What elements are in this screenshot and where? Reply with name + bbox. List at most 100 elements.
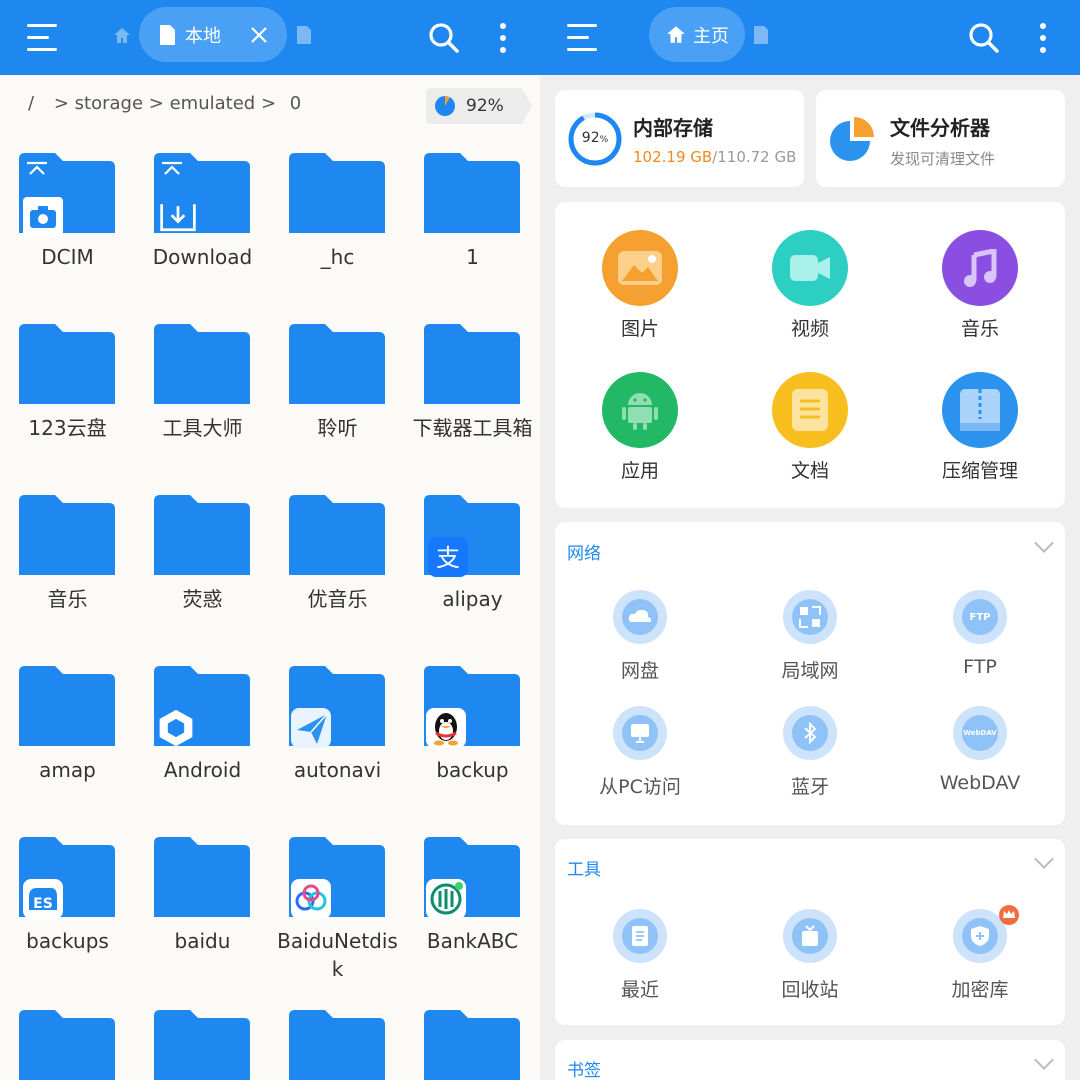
- category-document[interactable]: 文档: [725, 372, 895, 483]
- menu-icon[interactable]: [560, 16, 604, 60]
- breadcrumb-separator: >: [148, 93, 164, 114]
- folder-partial-row: [0, 1010, 540, 1080]
- category-music[interactable]: 音乐: [895, 230, 1065, 341]
- tools-section-title: 工具: [567, 860, 601, 880]
- folder-icon[interactable]: [19, 1010, 115, 1080]
- breadcrumb-root[interactable]: /: [28, 93, 34, 114]
- folder-item[interactable]: ES backups: [0, 835, 135, 1005]
- category-android[interactable]: 应用: [555, 372, 725, 483]
- more-options-icon[interactable]: [1021, 16, 1065, 60]
- search-icon[interactable]: [962, 16, 1006, 60]
- folder-icon[interactable]: [154, 1010, 250, 1080]
- folder-item[interactable]: 优音乐: [270, 493, 405, 663]
- ftp-icon: FTP: [953, 590, 1007, 644]
- network-webdav[interactable]: WebDAV WebDAV: [895, 706, 1065, 794]
- folder-icon: [19, 495, 115, 575]
- category-video[interactable]: 视频: [725, 230, 895, 341]
- folder-name: backup: [436, 758, 509, 782]
- folder-item[interactable]: autonavi: [270, 664, 405, 834]
- folder-item[interactable]: amap: [0, 664, 135, 834]
- breadcrumb-emulated[interactable]: emulated: [170, 93, 256, 114]
- storage-usage-chip[interactable]: 92%: [426, 88, 532, 124]
- recycle-bin-icon: [783, 909, 837, 963]
- more-options-icon[interactable]: [481, 16, 525, 60]
- tab-local[interactable]: 本地: [139, 7, 287, 62]
- folder-name: amap: [39, 758, 96, 782]
- file-tab-icon[interactable]: [295, 25, 313, 49]
- right-toolbar: 主页: [540, 0, 1080, 75]
- folder-name: baidu: [174, 929, 231, 953]
- network-ftp[interactable]: FTP FTP: [895, 590, 1065, 678]
- home-icon[interactable]: [112, 26, 132, 50]
- chevron-down-icon[interactable]: [1034, 849, 1054, 869]
- folder-name: 下载器工具箱: [412, 416, 533, 440]
- folder-name: 优音乐: [307, 587, 368, 611]
- document-icon: [772, 372, 848, 448]
- category-image[interactable]: 图片: [555, 230, 725, 341]
- pie-chart-icon: [830, 117, 874, 161]
- folder-name: alipay: [442, 587, 503, 611]
- home-pane: 92% 内部存储 102.19 GB/110.72 GB 文件分析器 发现可清理…: [540, 75, 1080, 1080]
- category-label: 应用: [620, 460, 659, 482]
- folder-item[interactable]: DCIM: [0, 151, 135, 321]
- folder-name: 工具大师: [162, 416, 243, 440]
- folder-item[interactable]: 聆听: [270, 322, 405, 492]
- tool-recent[interactable]: 最近: [555, 909, 725, 1002]
- search-icon[interactable]: [422, 16, 466, 60]
- breadcrumb-current[interactable]: 0: [290, 93, 301, 114]
- usage-percent: 92%: [466, 96, 504, 116]
- tools-card: 工具 最近 回收站 加密库: [555, 839, 1065, 1025]
- folder-item[interactable]: 荧惑: [135, 493, 270, 663]
- category-zip[interactable]: 压缩管理: [895, 372, 1065, 483]
- category-label: 视频: [790, 318, 829, 340]
- menu-icon[interactable]: [20, 16, 64, 60]
- file-browser-pane: / > storage > emulated > 0 92% DCIM Downl…: [0, 75, 540, 1080]
- folder-icon[interactable]: [289, 1010, 385, 1080]
- file-analyzer-card[interactable]: 文件分析器 发现可清理文件: [816, 90, 1065, 187]
- folder-icon: [289, 324, 385, 404]
- svg-text:ES: ES: [33, 896, 53, 912]
- folder-name: Android: [163, 758, 242, 782]
- folder-item[interactable]: 支 alipay: [405, 493, 540, 663]
- storage-title: 内部存储: [633, 116, 713, 140]
- folder-icon: [424, 153, 520, 233]
- breadcrumb-separator: >: [53, 93, 69, 114]
- folder-icon: 支: [424, 495, 520, 577]
- category-label: 音乐: [960, 318, 999, 340]
- folder-item[interactable]: 下载器工具箱: [405, 322, 540, 492]
- folder-item[interactable]: backup: [405, 664, 540, 834]
- folder-icon: [154, 495, 250, 575]
- breadcrumb-storage[interactable]: storage: [75, 93, 143, 114]
- android-hex-icon: [156, 708, 196, 748]
- android-icon: [602, 372, 678, 448]
- folder-item[interactable]: 1: [405, 151, 540, 321]
- tool-vault-shield[interactable]: 加密库: [895, 905, 1065, 1002]
- network-lan[interactable]: 局域网: [725, 590, 895, 683]
- folder-item[interactable]: BaiduNetdisk: [270, 835, 405, 1005]
- tab-home[interactable]: 主页: [649, 7, 745, 62]
- folder-item[interactable]: Download: [135, 151, 270, 321]
- folder-item[interactable]: 音乐: [0, 493, 135, 663]
- folder-item[interactable]: BankABC: [405, 835, 540, 1005]
- folder-icon[interactable]: [424, 1010, 520, 1080]
- file-icon: [160, 24, 175, 45]
- close-icon[interactable]: [249, 25, 269, 45]
- tab-local-label: 本地: [185, 25, 221, 47]
- network-pc[interactable]: 从PC访问: [555, 706, 725, 799]
- file-tab-icon[interactable]: [752, 25, 770, 49]
- folder-item[interactable]: Android: [135, 664, 270, 834]
- folder-item[interactable]: _hc: [270, 151, 405, 321]
- folder-item[interactable]: 工具大师: [135, 322, 270, 492]
- chevron-down-icon[interactable]: [1034, 533, 1054, 553]
- tool-recycle-bin[interactable]: 回收站: [725, 909, 895, 1002]
- folder-item[interactable]: 123云盘: [0, 322, 135, 492]
- internal-storage-card[interactable]: 92% 内部存储 102.19 GB/110.72 GB: [555, 90, 804, 187]
- network-bluetooth[interactable]: 蓝牙: [725, 706, 895, 799]
- pc-icon: [613, 706, 667, 760]
- breadcrumb-separator: >: [260, 93, 277, 114]
- chevron-down-icon[interactable]: [1034, 1050, 1054, 1070]
- folder-item[interactable]: baidu: [135, 835, 270, 1005]
- network-cloud-drive[interactable]: 网盘: [555, 590, 725, 683]
- left-toolbar: 本地: [0, 0, 540, 75]
- autonavi-icon: [291, 708, 331, 748]
